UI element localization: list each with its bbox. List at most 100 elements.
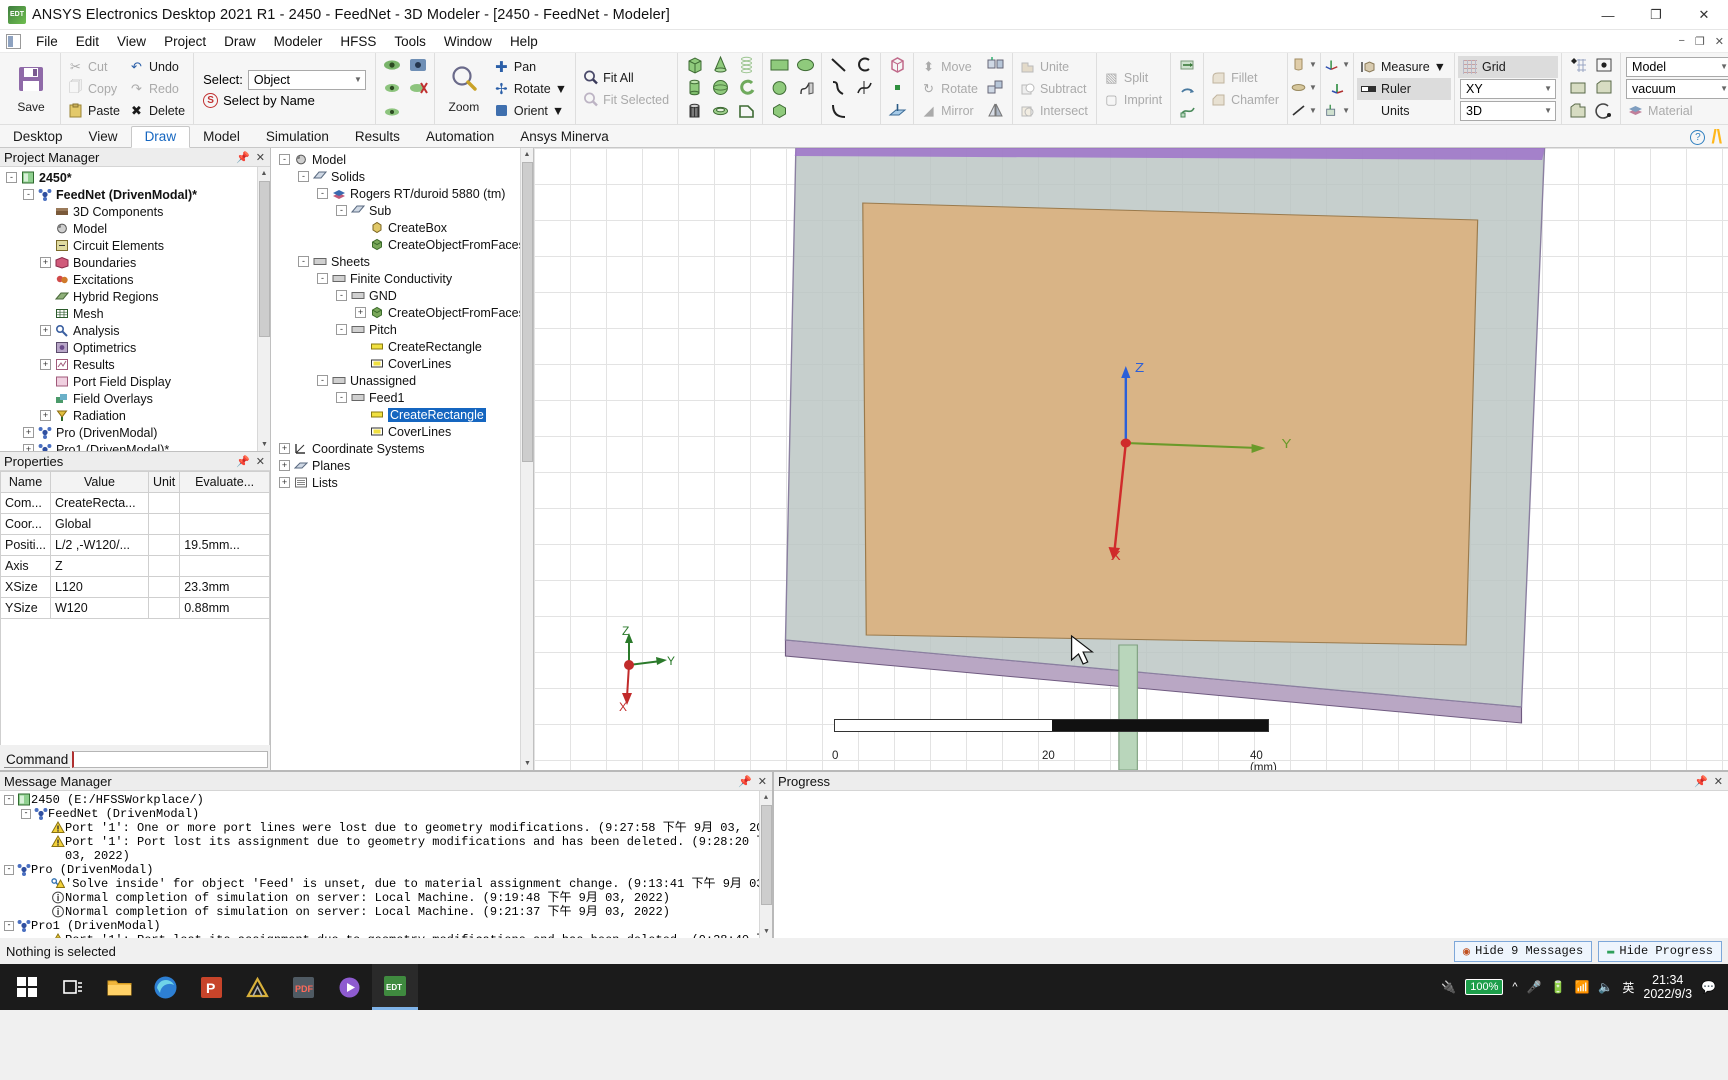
menu-file[interactable]: File bbox=[27, 32, 67, 51]
draw-cylinder-icon[interactable] bbox=[681, 77, 707, 99]
project-tree-node[interactable]: Excitations bbox=[0, 271, 270, 288]
message-row[interactable]: Port '1': One or more port lines were lo… bbox=[0, 820, 772, 835]
draw-ellipse-icon[interactable] bbox=[792, 54, 818, 76]
draw-helix-icon[interactable] bbox=[733, 54, 759, 76]
expand-icon[interactable]: + bbox=[40, 325, 51, 336]
volume-icon[interactable]: 🔈 bbox=[1598, 980, 1613, 994]
draw-sphere-icon[interactable] bbox=[707, 77, 733, 99]
draw-equation-surface-icon[interactable] bbox=[792, 77, 818, 99]
model-tree-node[interactable]: CreateBox bbox=[271, 219, 533, 236]
project-tree-node[interactable]: + Analysis bbox=[0, 322, 270, 339]
tab-automation[interactable]: Automation bbox=[413, 127, 507, 147]
command-input[interactable] bbox=[72, 751, 268, 768]
imprint-button[interactable]: ▢ Imprint bbox=[1100, 89, 1167, 111]
hide-messages-button[interactable]: ◉ Hide 9 Messages bbox=[1453, 940, 1593, 962]
pin-icon[interactable]: 📌 bbox=[1694, 775, 1708, 788]
menu-view[interactable]: View bbox=[108, 32, 155, 51]
collapse-icon[interactable]: - bbox=[4, 921, 14, 931]
close-button[interactable]: ✕ bbox=[1680, 0, 1728, 30]
menu-window[interactable]: Window bbox=[435, 32, 501, 51]
draw-box-icon[interactable] bbox=[681, 54, 707, 76]
chevron-down-icon[interactable]: ▼ bbox=[1309, 106, 1317, 115]
set-cs-icon[interactable] bbox=[1324, 77, 1350, 99]
chevron-down-icon[interactable]: ▼ bbox=[552, 104, 564, 118]
collapse-icon[interactable]: - bbox=[298, 171, 309, 182]
collapse-icon[interactable]: - bbox=[298, 256, 309, 267]
mdi-close-icon[interactable]: ✕ bbox=[1715, 35, 1724, 48]
message-row[interactable]: Port '1': Port lost its assignment due t… bbox=[0, 932, 772, 938]
model-tree-node[interactable]: - Unassigned bbox=[271, 372, 533, 389]
cover-surface-icon[interactable]: ▼ bbox=[1291, 77, 1317, 99]
measure-button[interactable]: Measure ▼ bbox=[1357, 56, 1451, 78]
draw-region-icon[interactable] bbox=[884, 54, 910, 76]
ime-indicator[interactable]: 英 bbox=[1622, 979, 1634, 996]
menu-tools[interactable]: Tools bbox=[385, 32, 435, 51]
scroll-up-icon[interactable]: ▲ bbox=[258, 167, 270, 180]
collapse-icon[interactable]: - bbox=[279, 154, 290, 165]
scroll-down-icon[interactable]: ▼ bbox=[258, 438, 270, 451]
subtract-button[interactable]: Subtract bbox=[1016, 78, 1093, 100]
help-icon[interactable]: ? bbox=[1690, 130, 1706, 145]
expand-icon[interactable]: + bbox=[40, 410, 51, 421]
expand-icon[interactable]: + bbox=[279, 443, 290, 454]
scroll-up-icon[interactable]: ▲ bbox=[521, 148, 533, 161]
show-hidden-icons-chevron[interactable]: ^ bbox=[1512, 981, 1517, 993]
scroll-down-icon[interactable]: ▼ bbox=[760, 925, 772, 938]
model-tree-node[interactable]: CreateObjectFromFaces bbox=[271, 236, 533, 253]
sweep-along-path-icon[interactable] bbox=[1174, 100, 1200, 122]
snap-arc-center-icon[interactable] bbox=[1591, 100, 1617, 122]
collapse-icon[interactable]: - bbox=[317, 273, 328, 284]
tab-results[interactable]: Results bbox=[342, 127, 413, 147]
tab-desktop[interactable]: Desktop bbox=[0, 127, 76, 147]
snap-face-center-icon[interactable] bbox=[1565, 77, 1591, 99]
model-tree-node[interactable]: - Model bbox=[271, 151, 533, 168]
mdi-restore-icon[interactable]: ❐ bbox=[1695, 35, 1705, 48]
property-row[interactable]: Positi... L/2 ,-W120/... 19.5mm... bbox=[0, 534, 270, 556]
ansys-launcher-button[interactable] bbox=[234, 964, 280, 1010]
menu-help[interactable]: Help bbox=[501, 32, 547, 51]
expand-icon[interactable]: + bbox=[279, 477, 290, 488]
rotate-view-button[interactable]: ✢ Rotate ▼ bbox=[490, 78, 572, 100]
draw-ellipsoid-icon[interactable] bbox=[707, 100, 733, 122]
tab-draw[interactable]: Draw bbox=[130, 126, 191, 148]
menu-draw[interactable]: Draw bbox=[215, 32, 265, 51]
power-plug-icon[interactable]: 🔌 bbox=[1441, 980, 1456, 994]
property-row[interactable]: Com... CreateRecta... bbox=[0, 492, 270, 514]
cut-button[interactable]: ✂ Cut bbox=[64, 56, 125, 78]
model-tree-node[interactable]: - Pitch bbox=[271, 321, 533, 338]
units-button[interactable]: Units bbox=[1357, 100, 1451, 122]
project-tree-scrollbar[interactable]: ▲ ▼ bbox=[257, 167, 270, 451]
create-cs-icon[interactable]: ▼ bbox=[1324, 54, 1350, 76]
section-icon[interactable]: ▼ bbox=[1291, 54, 1317, 76]
select-by-name-button[interactable]: S Select by Name bbox=[203, 92, 366, 108]
project-tree-node[interactable]: + Pro (DrivenModal) bbox=[0, 424, 270, 441]
pin-icon[interactable]: 📌 bbox=[236, 151, 250, 164]
message-list[interactable]: ▲ ▼ -2450 (E:/HFSSWorkplace/) - FeedNet (D… bbox=[0, 791, 772, 938]
message-scrollbar[interactable]: ▲ ▼ bbox=[759, 791, 772, 938]
project-tree-node[interactable]: + Pro1 (DrivenModal)* bbox=[0, 441, 270, 451]
project-tree-node[interactable]: Model bbox=[0, 220, 270, 237]
delete-button[interactable]: ✖ Delete bbox=[125, 100, 190, 122]
model-tree-node[interactable]: + Lists bbox=[271, 474, 533, 491]
model-tree-node[interactable]: + Planes bbox=[271, 457, 533, 474]
unite-button[interactable]: Unite bbox=[1016, 56, 1093, 78]
close-icon[interactable]: ✕ bbox=[256, 455, 265, 468]
view-orientation-triad[interactable]: Z Y X bbox=[589, 625, 679, 715]
collapse-icon[interactable]: - bbox=[6, 172, 17, 183]
message-row[interactable]: 'Solve inside' for object 'Feed' is unse… bbox=[0, 877, 772, 891]
chevron-down-icon[interactable]: ▼ bbox=[1434, 60, 1446, 74]
chamfer-button[interactable]: Chamfer bbox=[1207, 89, 1284, 111]
material-dropdown[interactable]: vacuum ▼ bbox=[1626, 78, 1728, 99]
ansys-edt-button[interactable]: EDT bbox=[372, 964, 418, 1010]
show-all-icon[interactable] bbox=[379, 54, 405, 76]
property-row[interactable]: XSize L120 23.3mm bbox=[0, 576, 270, 598]
detach-edge-icon[interactable]: ▼ bbox=[1291, 100, 1317, 122]
project-tree-node[interactable]: Hybrid Regions bbox=[0, 288, 270, 305]
tab-view[interactable]: View bbox=[76, 127, 131, 147]
draw-cone-icon[interactable] bbox=[707, 54, 733, 76]
system-menu-icon[interactable] bbox=[6, 33, 21, 49]
pan-button[interactable]: ✚ Pan bbox=[490, 56, 572, 78]
chevron-down-icon[interactable]: ▼ bbox=[1309, 60, 1317, 69]
powerpoint-button[interactable]: P bbox=[188, 964, 234, 1010]
pin-icon[interactable]: 📌 bbox=[738, 775, 752, 788]
